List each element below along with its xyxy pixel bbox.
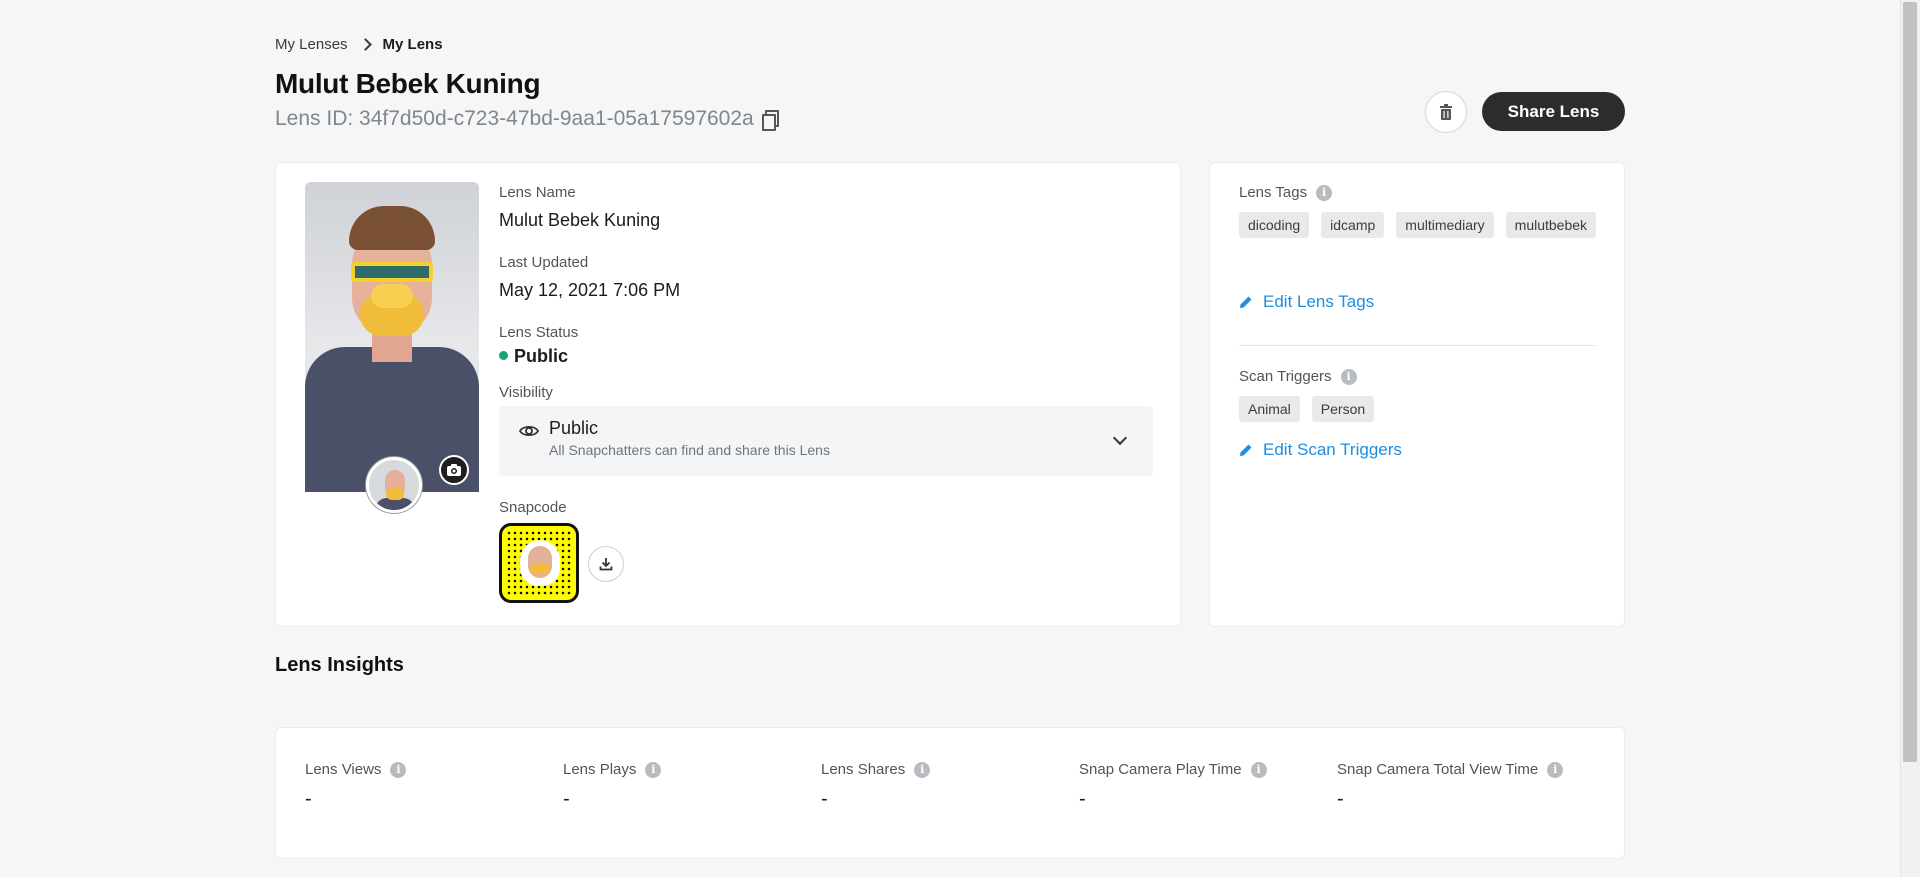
metric-snap-camera-play-time: Snap Camera Play Time i - [1079, 761, 1267, 811]
share-lens-button[interactable]: Share Lens [1482, 92, 1625, 131]
info-icon[interactable]: i [645, 761, 662, 778]
info-icon[interactable]: i [1250, 761, 1267, 778]
lens-tags-list: dicoding idcamp multimediary mulutbebek [1239, 212, 1599, 238]
metric-value: - [1079, 788, 1086, 810]
breadcrumb: My Lenses My Lens [275, 36, 443, 53]
pencil-icon [1240, 444, 1252, 456]
metric-label: Snap Camera Play Time [1079, 761, 1242, 778]
metric-lens-shares: Lens Shares i - [821, 761, 931, 811]
lens-details-card: Lens Name Mulut Bebek Kuning Last Update… [275, 162, 1181, 627]
metric-label: Lens Plays [563, 761, 637, 778]
scrollbar-thumb[interactable] [1903, 2, 1917, 762]
download-snapcode-button[interactable] [588, 546, 624, 582]
info-icon[interactable]: i [914, 761, 931, 778]
lens-id-text: Lens ID: 34f7d50d-c723-47bd-9aa1-05a1759… [275, 107, 754, 130]
page-title: Mulut Bebek Kuning [275, 68, 541, 99]
trash-icon [1440, 104, 1452, 120]
trigger-chip: Person [1311, 396, 1375, 422]
last-updated-value: May 12, 2021 7:06 PM [499, 280, 681, 300]
lens-name-value: Mulut Bebek Kuning [499, 210, 661, 230]
visibility-select[interactable]: Public All Snapchatters can find and sha… [499, 406, 1153, 476]
camera-icon [447, 464, 461, 476]
lens-tags-card: Lens Tags i dicoding idcamp multimediary… [1209, 162, 1625, 627]
lens-name-label: Lens Name [499, 184, 576, 201]
info-icon[interactable]: i [1547, 761, 1564, 778]
lens-preview-image [305, 182, 479, 492]
visibility-description: All Snapchatters can find and share this… [549, 442, 830, 458]
change-preview-button[interactable] [439, 455, 469, 485]
scan-triggers-label: Scan Triggers i [1239, 368, 1357, 385]
edit-lens-tags-label: Edit Lens Tags [1263, 292, 1375, 311]
chevron-down-icon [1112, 430, 1128, 446]
metric-value: - [563, 788, 570, 810]
eye-icon [519, 425, 539, 437]
delete-lens-button[interactable] [1425, 91, 1467, 133]
scan-triggers-list: Animal Person [1239, 396, 1599, 422]
metric-lens-views: Lens Views i - [305, 761, 407, 811]
edit-scan-triggers-link[interactable]: Edit Scan Triggers [1239, 440, 1402, 460]
copy-icon[interactable] [761, 110, 779, 131]
lens-insights-title: Lens Insights [275, 654, 404, 676]
scan-triggers-title: Scan Triggers [1239, 368, 1332, 385]
metric-label: Snap Camera Total View Time [1337, 761, 1539, 778]
info-icon[interactable]: i [1316, 184, 1333, 201]
tag-chip: mulutbebek [1505, 212, 1597, 238]
last-updated-label: Last Updated [499, 254, 589, 271]
edit-scan-triggers-label: Edit Scan Triggers [1263, 440, 1402, 459]
info-icon[interactable]: i [390, 761, 407, 778]
download-icon [599, 558, 613, 571]
lens-status-value: Public [514, 346, 569, 366]
metric-lens-plays: Lens Plays i - [563, 761, 662, 811]
visibility-label: Visibility [499, 384, 553, 401]
scrollbar-track[interactable] [1900, 0, 1920, 877]
lens-insights-card: Lens Views i - Lens Plays i - Lens Shares i… [275, 727, 1625, 859]
tag-chip: multimediary [1396, 212, 1494, 238]
metric-label: Lens Views [305, 761, 382, 778]
snapcode-label: Snapcode [499, 499, 567, 516]
lens-icon-avatar [366, 457, 422, 513]
tag-chip: dicoding [1239, 212, 1310, 238]
metric-value: - [1337, 788, 1344, 810]
snapcode-image [499, 523, 579, 603]
lens-status-label: Lens Status [499, 324, 579, 341]
trigger-chip: Animal [1239, 396, 1300, 422]
lens-tags-title: Lens Tags [1239, 184, 1308, 201]
info-icon[interactable]: i [1340, 368, 1357, 385]
lens-id: Lens ID: 34f7d50d-c723-47bd-9aa1-05a1759… [275, 107, 779, 131]
visibility-value: Public [549, 418, 599, 438]
divider [1239, 345, 1595, 346]
status-dot-icon [499, 350, 508, 360]
metric-snap-camera-total-view-time: Snap Camera Total View Time i - [1337, 761, 1564, 811]
lens-status: Public [499, 346, 568, 367]
edit-lens-tags-link[interactable]: Edit Lens Tags [1239, 292, 1374, 312]
chevron-right-icon [358, 38, 372, 51]
breadcrumb-current: My Lens [382, 36, 443, 53]
tag-chip: idcamp [1321, 212, 1385, 238]
metric-value: - [305, 788, 312, 810]
metric-value: - [821, 788, 828, 810]
pencil-icon [1240, 296, 1252, 308]
lens-tags-label: Lens Tags i [1239, 184, 1333, 201]
metric-label: Lens Shares [821, 761, 906, 778]
breadcrumb-my-lenses[interactable]: My Lenses [275, 36, 348, 53]
